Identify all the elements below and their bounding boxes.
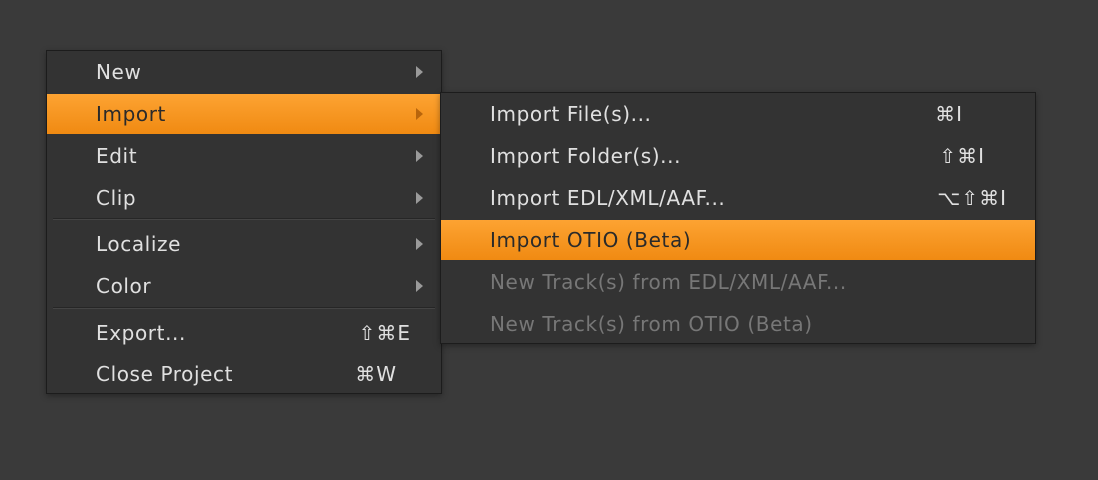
- menu-item-color[interactable]: Color: [47, 266, 441, 306]
- menu-item-label: New: [96, 60, 142, 84]
- submenu-arrow-icon: [416, 192, 423, 204]
- shortcut-label: ⌘W: [355, 362, 397, 386]
- submenu-arrow-icon: [416, 238, 423, 250]
- menu-item-close-project[interactable]: Close Project ⌘W: [47, 354, 441, 394]
- menu-item-localize[interactable]: Localize: [47, 224, 441, 264]
- submenu-item-import-files[interactable]: Import File(s)... ⌘I: [441, 94, 1035, 134]
- submenu-item-new-tracks-edl: New Track(s) from EDL/XML/AAF...: [441, 262, 1035, 302]
- menu-item-label: Localize: [96, 232, 181, 256]
- submenu-item-import-otio[interactable]: Import OTIO (Beta): [441, 220, 1035, 260]
- submenu-item-new-tracks-otio: New Track(s) from OTIO (Beta): [441, 304, 1035, 344]
- menu-item-import[interactable]: Import: [47, 94, 441, 134]
- menu-item-label: Import EDL/XML/AAF...: [490, 186, 726, 210]
- menu-item-clip[interactable]: Clip: [47, 178, 441, 218]
- shortcut-label: ⇧⌘E: [358, 321, 411, 345]
- menu-item-label: Export...: [96, 321, 186, 345]
- menu-item-label: New Track(s) from OTIO (Beta): [490, 312, 813, 336]
- menu-item-label: Color: [96, 274, 152, 298]
- menu-item-label: Import: [96, 102, 166, 126]
- menu-item-label: Import File(s)...: [490, 102, 652, 126]
- menu-item-label: Import OTIO (Beta): [490, 228, 692, 252]
- shortcut-label: ⇧⌘I: [939, 144, 985, 168]
- menu-item-label: New Track(s) from EDL/XML/AAF...: [490, 270, 847, 294]
- main-menu: New Import Edit Clip Localize Color Expo…: [46, 50, 442, 394]
- menu-separator: [53, 307, 435, 309]
- menu-item-label: Import Folder(s)...: [490, 144, 682, 168]
- menu-item-export[interactable]: Export... ⇧⌘E: [47, 313, 441, 353]
- import-submenu: Import File(s)... ⌘I Import Folder(s)...…: [440, 92, 1036, 344]
- submenu-arrow-icon: [416, 280, 423, 292]
- menu-separator: [53, 218, 435, 220]
- submenu-arrow-icon: [416, 150, 423, 162]
- submenu-item-import-edl-xml-aaf[interactable]: Import EDL/XML/AAF... ⌥⇧⌘I: [441, 178, 1035, 218]
- menu-item-new[interactable]: New: [47, 52, 441, 92]
- menu-item-label: Edit: [96, 144, 138, 168]
- shortcut-label: ⌘I: [935, 102, 963, 126]
- submenu-item-import-folders[interactable]: Import Folder(s)... ⇧⌘I: [441, 136, 1035, 176]
- submenu-arrow-icon: [416, 108, 423, 120]
- submenu-arrow-icon: [416, 66, 423, 78]
- menu-item-label: Clip: [96, 186, 137, 210]
- menu-item-edit[interactable]: Edit: [47, 136, 441, 176]
- menu-item-label: Close Project: [96, 362, 234, 386]
- shortcut-label: ⌥⇧⌘I: [937, 186, 1007, 210]
